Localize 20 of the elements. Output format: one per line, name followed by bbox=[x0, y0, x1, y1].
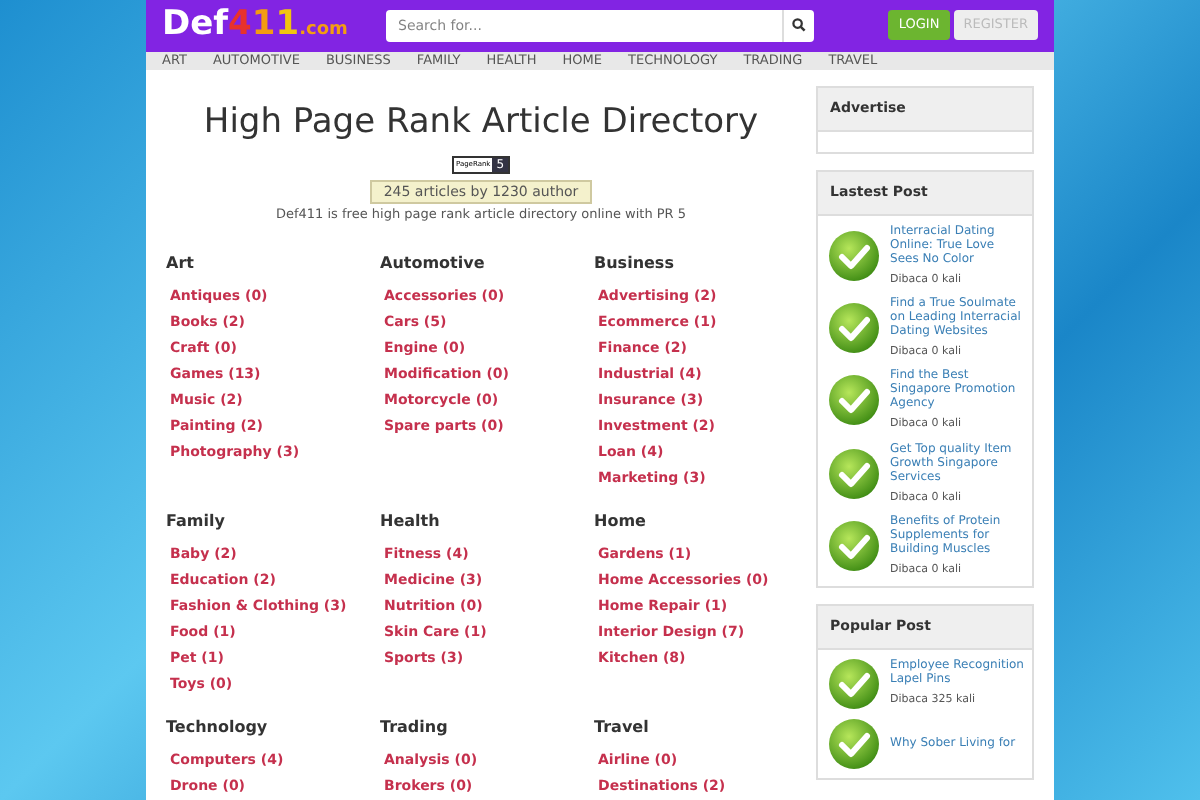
category-heading[interactable]: Travel bbox=[594, 716, 797, 740]
checkmark-icon bbox=[828, 229, 881, 282]
category-heading[interactable]: Family bbox=[166, 510, 368, 534]
page-title: High Page Rank Article Directory bbox=[201, 100, 761, 147]
category-heading[interactable]: Art bbox=[166, 252, 368, 276]
search-button[interactable] bbox=[782, 9, 814, 42]
checkmark-icon bbox=[828, 374, 881, 427]
checkmark-icon bbox=[828, 302, 881, 355]
category-heading[interactable]: Technology bbox=[166, 716, 368, 740]
category-heading[interactable]: Home bbox=[594, 510, 797, 534]
checkmark-icon bbox=[828, 519, 881, 572]
site-logo[interactable]: Def411.com bbox=[162, 0, 386, 51]
category-heading[interactable]: Trading bbox=[380, 716, 583, 740]
checkmark-icon bbox=[828, 657, 881, 709]
category-heading[interactable]: Automotive bbox=[380, 252, 583, 276]
search-icon bbox=[792, 18, 806, 33]
checkmark-icon bbox=[828, 447, 881, 500]
category-heading[interactable]: Health bbox=[380, 510, 583, 534]
category-heading[interactable]: Business bbox=[594, 252, 797, 276]
checkmark-icon bbox=[828, 717, 881, 769]
